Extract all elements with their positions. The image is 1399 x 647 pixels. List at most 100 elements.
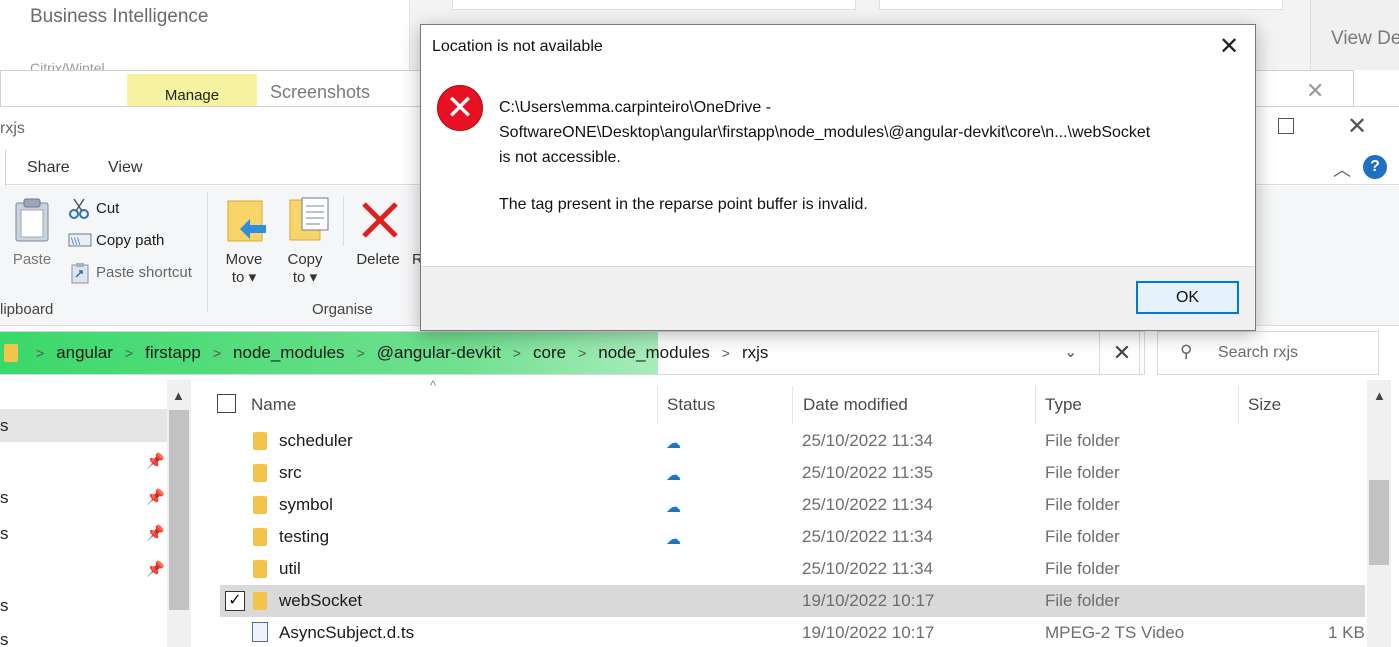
select-all-checkbox[interactable]	[217, 394, 236, 413]
list-item[interactable]: symbol ☁ 25/10/2022 11:34 File folder	[220, 489, 1365, 521]
column-divider[interactable]	[792, 386, 793, 424]
cut-button[interactable]: Cut	[96, 200, 119, 217]
column-divider[interactable]	[1238, 386, 1239, 424]
collapse-ribbon-icon[interactable]: ︿	[1333, 156, 1351, 182]
dialog-detail: The tag present in the reparse point buf…	[499, 196, 868, 213]
chevron-right-icon[interactable]: >	[213, 345, 221, 361]
column-name[interactable]: Name	[251, 395, 296, 415]
nav-item[interactable]: s	[0, 488, 9, 508]
folder-icon	[253, 592, 267, 610]
scroll-up-icon[interactable]: ▲	[1373, 388, 1386, 403]
move-to-button[interactable]: Move to ▾	[218, 251, 270, 286]
folder-icon	[253, 496, 267, 514]
tab-share[interactable]: Share	[27, 159, 70, 177]
file-date: 25/10/2022 11:35	[802, 463, 934, 482]
view-details-button[interactable]: View De	[1310, 0, 1399, 70]
chevron-right-icon: >	[36, 345, 45, 361]
dialog-close-icon[interactable]: ✕	[1219, 32, 1239, 61]
dialog-message-line: SoftwareONE\Desktop\angular\firstapp\nod…	[499, 124, 1151, 141]
copy-to-label-1: Copy	[287, 251, 323, 268]
bg-tile	[452, 0, 856, 10]
list-item[interactable]: src ☁ 25/10/2022 11:35 File folder	[220, 457, 1365, 489]
dialog-message-line: C:\Users\emma.carpinteiro\OneDrive -	[499, 99, 772, 116]
cloud-icon: ☁	[666, 435, 681, 452]
file-type: File folder	[1045, 495, 1120, 514]
tab-view[interactable]: View	[108, 159, 142, 177]
back-window-close-icon[interactable]: ✕	[1306, 78, 1324, 104]
breadcrumb-item[interactable]: node_modules	[233, 343, 345, 363]
breadcrumb-item[interactable]: firstapp	[145, 343, 201, 363]
pin-icon[interactable]: 📌	[146, 452, 165, 470]
nav-item[interactable]: s	[0, 524, 9, 544]
list-item-selected[interactable]: ✓ webSocket 19/10/2022 10:17 File folder	[220, 585, 1365, 617]
explorer-close-icon[interactable]: ✕	[1347, 112, 1367, 141]
breadcrumb-item[interactable]: core	[533, 343, 566, 363]
nav-scrollbar-thumb[interactable]	[169, 410, 189, 610]
breadcrumb-item[interactable]: rxjs	[742, 343, 768, 363]
copy-path-icon: \\\	[68, 233, 92, 252]
breadcrumb-item[interactable]: node_modules	[598, 343, 710, 363]
copy-to-button[interactable]: Copy to ▾	[279, 251, 331, 286]
column-type[interactable]: Type	[1045, 395, 1082, 415]
column-size[interactable]: Size	[1248, 395, 1281, 415]
ribbon-separator	[343, 196, 344, 246]
view-details-label: View De	[1331, 28, 1399, 49]
pin-icon[interactable]: 📌	[146, 488, 165, 506]
delete-button[interactable]: Delete	[352, 251, 404, 268]
chevron-right-icon[interactable]: >	[357, 345, 365, 361]
file-name: symbol	[279, 495, 333, 514]
breadcrumb-item[interactable]: angular	[56, 343, 113, 363]
column-date-modified[interactable]: Date modified	[803, 395, 908, 415]
help-icon[interactable]: ?	[1363, 155, 1387, 179]
nav-item-selected[interactable]	[0, 409, 167, 442]
file-size: 1 KB	[1328, 623, 1365, 642]
paste-icon	[15, 198, 49, 242]
column-divider[interactable]	[1035, 386, 1036, 424]
file-date: 25/10/2022 11:34	[802, 431, 934, 450]
ok-button[interactable]: OK	[1136, 281, 1239, 314]
tab-file[interactable]	[0, 150, 6, 186]
column-status[interactable]: Status	[667, 395, 715, 415]
nav-item[interactable]: s	[0, 416, 9, 436]
list-item[interactable]: scheduler ☁ 25/10/2022 11:34 File folder	[220, 425, 1365, 457]
cloud-icon: ☁	[666, 531, 681, 548]
chevron-right-icon[interactable]: >	[513, 345, 521, 361]
file-date: 19/10/2022 10:17	[802, 623, 935, 642]
list-item[interactable]: testing ☁ 25/10/2022 11:34 File folder	[220, 521, 1365, 553]
chevron-right-icon[interactable]: >	[722, 345, 730, 361]
chevron-right-icon[interactable]: >	[578, 345, 586, 361]
scroll-up-icon[interactable]: ▲	[172, 388, 185, 403]
manage-tab[interactable]: Manage	[127, 74, 257, 110]
cloud-icon: ☁	[666, 467, 681, 484]
address-clear-icon[interactable]: ✕	[1099, 331, 1145, 375]
address-dropdown-icon[interactable]: ⌄	[1064, 342, 1077, 362]
nav-item[interactable]: s	[0, 630, 9, 647]
maximize-icon[interactable]	[1278, 118, 1294, 134]
list-item[interactable]: AsyncSubject.d.ts 19/10/2022 10:17 MPEG-…	[220, 617, 1365, 647]
list-scrollbar-thumb[interactable]	[1369, 480, 1389, 565]
bi-panel: Business Intelligence Citrix/Wintel	[0, 0, 410, 76]
paste-shortcut-icon	[71, 262, 89, 289]
move-to-label-1: Move	[225, 251, 263, 268]
paste-label: Paste	[12, 251, 52, 268]
ribbon-separator	[207, 192, 208, 312]
chevron-right-icon[interactable]: >	[125, 345, 133, 361]
row-checkbox[interactable]: ✓	[225, 591, 245, 611]
file-date: 19/10/2022 10:17	[802, 591, 935, 610]
copy-to-label-2: to ▾	[292, 269, 318, 286]
file-name: util	[279, 559, 301, 578]
file-type: File folder	[1045, 527, 1120, 546]
paste-button[interactable]	[14, 197, 50, 248]
manage-tab-label: Manage	[164, 87, 220, 104]
copy-path-button[interactable]: Copy path	[96, 232, 164, 249]
pin-icon[interactable]: 📌	[146, 560, 165, 578]
paste-shortcut-button[interactable]: Paste shortcut	[96, 264, 192, 281]
folder-icon	[253, 560, 267, 578]
file-icon	[252, 622, 268, 642]
breadcrumb-item[interactable]: @angular-devkit	[377, 343, 501, 363]
nav-item[interactable]: s	[0, 596, 9, 616]
column-divider[interactable]	[657, 386, 658, 424]
cloud-icon: ☁	[666, 499, 681, 516]
pin-icon[interactable]: 📌	[146, 524, 165, 542]
list-item[interactable]: util 25/10/2022 11:34 File folder	[220, 553, 1365, 585]
